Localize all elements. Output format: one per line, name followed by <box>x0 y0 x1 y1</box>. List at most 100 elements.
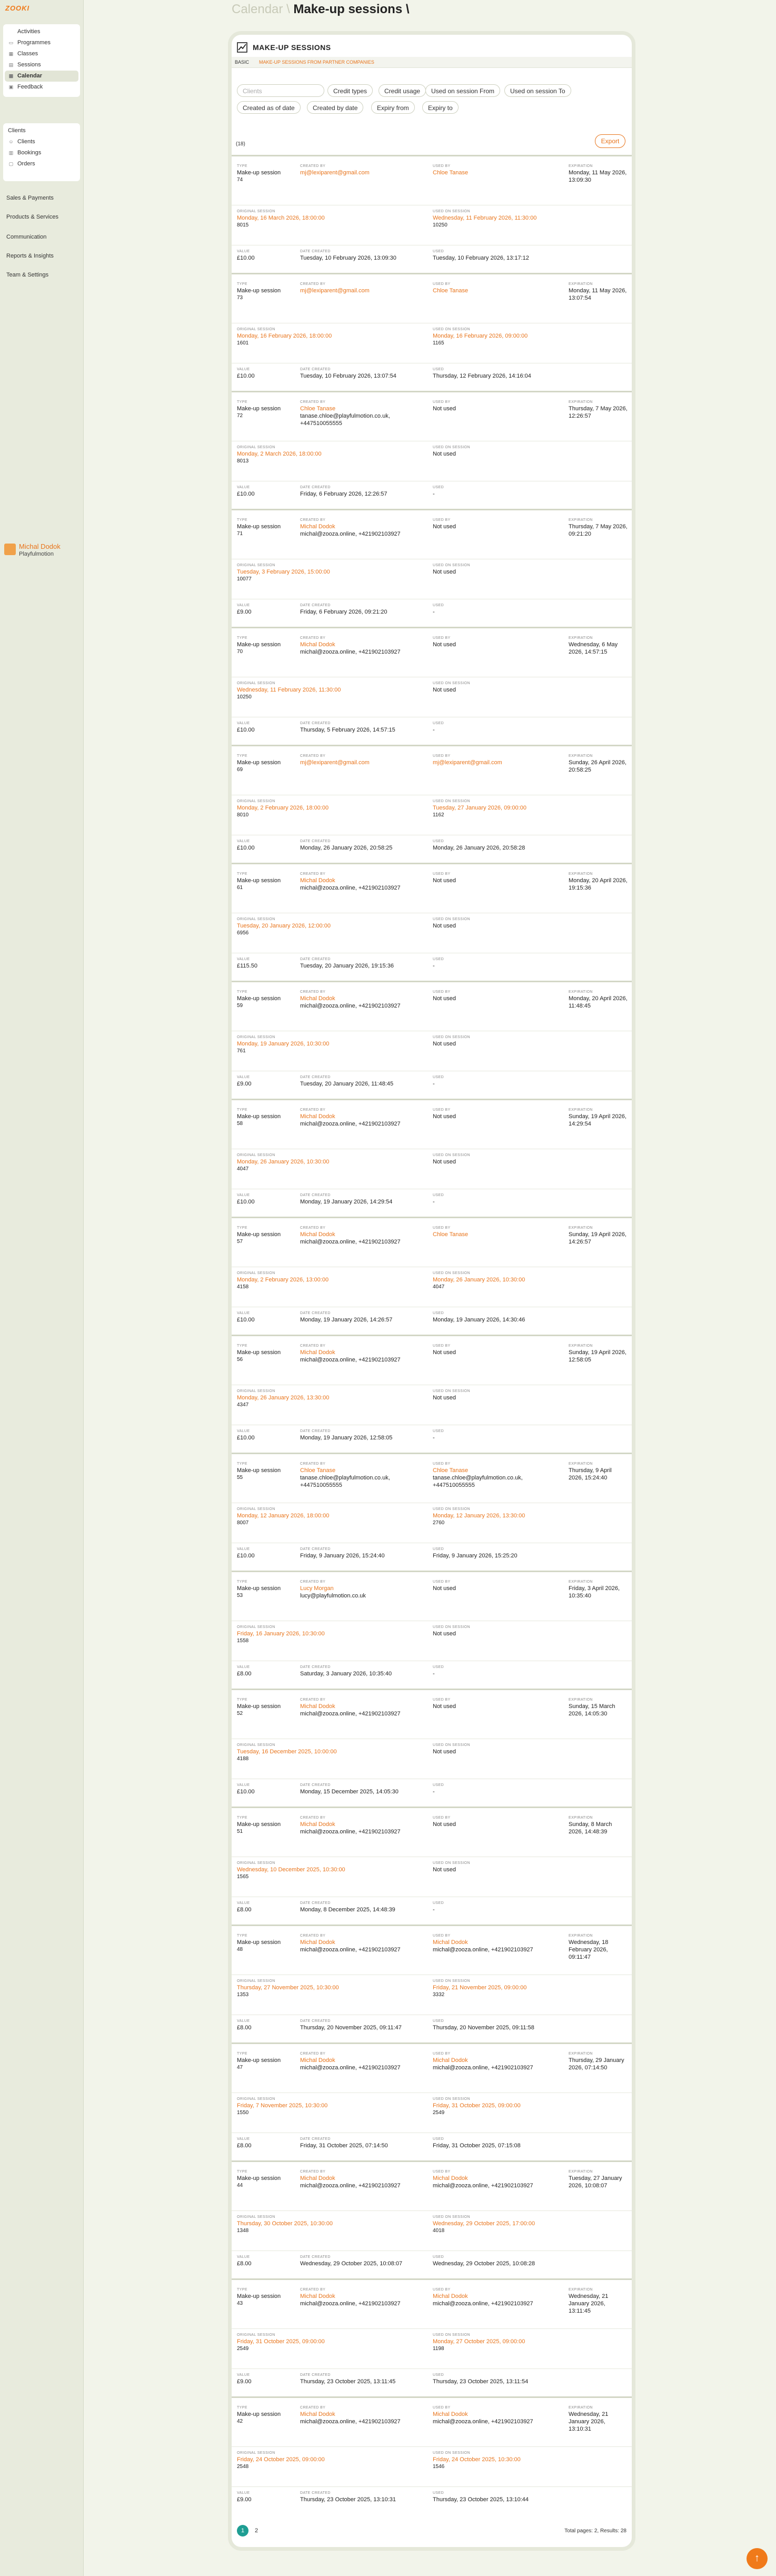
sidebar-section-3[interactable]: Reports & Insights <box>6 253 54 259</box>
original-session-value[interactable]: Friday, 7 November 2025, 10:30:00 <box>237 2102 426 2109</box>
used-by-value[interactable]: Chloe Tanase <box>433 1467 562 1474</box>
sidebar-item-group1-3[interactable]: ▤ Sessions <box>5 60 78 71</box>
used-on-session-value[interactable]: Monday, 16 February 2026, 09:00:00 <box>433 332 622 340</box>
sidebar-item-group1-1[interactable]: ▭ Programmes <box>5 37 78 48</box>
sidebar-section-2[interactable]: Communication <box>6 234 46 240</box>
sidebar-item-group2-3[interactable]: ▢ Orders <box>5 159 78 170</box>
used-on-session-value[interactable]: Friday, 24 October 2025, 10:30:00 <box>433 2456 622 2463</box>
created-by-value[interactable]: Lucy Morgan <box>300 1585 426 1592</box>
created-by-value[interactable]: Michal Dodok <box>300 523 426 530</box>
created-by-value[interactable]: Michal Dodok <box>300 1939 426 1946</box>
used-by-value[interactable]: Chloe Tanase <box>433 287 562 294</box>
sidebar-item-group2-1[interactable]: ☺ Clients <box>5 136 78 147</box>
sidebar-section-4[interactable]: Team & Settings <box>6 272 48 278</box>
original-session-value[interactable]: Monday, 16 February 2026, 18:00:00 <box>237 332 426 340</box>
sidebar-item-group1-4[interactable]: ▦ Calendar <box>5 71 78 82</box>
original-session-value[interactable]: Monday, 2 February 2026, 18:00:00 <box>237 804 426 812</box>
used-by-value[interactable]: Michal Dodok <box>433 2175 562 2182</box>
created-by-value[interactable]: mj@lexiparent@gmail.com <box>300 169 426 176</box>
created-by-value[interactable]: Chloe Tanase <box>300 405 426 412</box>
date-created: DATE CREATED Thursday, 20 November 2025, … <box>300 2019 426 2031</box>
created-by-value[interactable]: Michal Dodok <box>300 995 426 1002</box>
page-2-button[interactable]: 2 <box>251 2525 262 2536</box>
sidebar-item-group2-2[interactable]: ▥ Bookings <box>5 147 78 159</box>
original-session-value[interactable]: Monday, 26 January 2026, 10:30:00 <box>237 1158 426 1166</box>
filter-used-on-to[interactable]: Used on session To <box>504 84 571 97</box>
created-by-value[interactable]: Michal Dodok <box>300 2057 426 2064</box>
original-session-value[interactable]: Friday, 16 January 2026, 10:30:00 <box>237 1630 426 1637</box>
used-on-session-value[interactable]: Monday, 26 January 2026, 10:30:00 <box>433 1276 622 1284</box>
used-by-value[interactable]: Michal Dodok <box>433 2057 562 2064</box>
sidebar-item-group2-0[interactable]: Clients <box>5 125 78 136</box>
created-by-value[interactable]: Chloe Tanase <box>300 1467 426 1474</box>
filter-credit-types[interactable]: Credit types <box>327 84 373 97</box>
used-by-value[interactable]: Michal Dodok <box>433 1939 562 1946</box>
sidebar-item-group1-0[interactable]: Activities <box>5 26 78 37</box>
created-by-value[interactable]: Michal Dodok <box>300 1349 426 1356</box>
used-on-session: USED ON SESSION Monday, 27 October 2025, … <box>433 2333 622 2353</box>
used-on-session-value[interactable]: Wednesday, 11 February 2026, 11:30:00 <box>433 214 622 222</box>
used-on-session-value[interactable]: Friday, 21 November 2025, 09:00:00 <box>433 1984 622 1991</box>
filter-used-on-from[interactable]: Used on session From <box>425 84 501 97</box>
original-session-value[interactable]: Friday, 24 October 2025, 09:00:00 <box>237 2456 426 2463</box>
user-profile[interactable]: Michal Dodok Playfulmotion <box>3 541 80 562</box>
used-on-session-value[interactable]: Tuesday, 27 January 2026, 09:00:00 <box>433 804 622 812</box>
original-session-value[interactable]: Thursday, 27 November 2025, 10:30:00 <box>237 1984 426 1991</box>
created-by-value[interactable]: Michal Dodok <box>300 2175 426 2182</box>
created-by-value[interactable]: Michal Dodok <box>300 2411 426 2418</box>
used-by-value[interactable]: Chloe Tanase <box>433 169 562 176</box>
filter-credit-usage[interactable]: Credit usage <box>379 84 426 97</box>
date-created-label: DATE CREATED <box>300 2491 331 2495</box>
original-session-value[interactable]: Thursday, 30 October 2025, 10:30:00 <box>237 2220 426 2227</box>
export-button[interactable]: Export <box>595 134 625 148</box>
scroll-top-button[interactable]: ↑ <box>747 2548 768 2569</box>
used-on-session-value[interactable]: Friday, 31 October 2025, 09:00:00 <box>433 2102 622 2109</box>
sidebar-section-0[interactable]: Sales & Payments <box>6 195 54 201</box>
used-by-value[interactable]: Chloe Tanase <box>433 1231 562 1238</box>
filter-expiry-to[interactable]: Expiry to <box>422 101 459 114</box>
used-on-session-value[interactable]: Monday, 27 October 2025, 09:00:00 <box>433 2338 622 2345</box>
date-created-value: Tuesday, 20 January 2026, 19:15:36 <box>300 963 394 969</box>
page-1-button[interactable]: 1 <box>237 2525 248 2536</box>
breadcrumb-parent[interactable]: Calendar <box>232 2 283 16</box>
created-by-value[interactable]: Michal Dodok <box>300 1703 426 1710</box>
original-session-value[interactable]: Monday, 2 March 2026, 18:00:00 <box>237 450 426 458</box>
used-by-value[interactable]: mj@lexiparent@gmail.com <box>433 759 562 766</box>
created-by-value[interactable]: Michal Dodok <box>300 641 426 648</box>
created-by-value[interactable]: Michal Dodok <box>300 1821 426 1828</box>
filter-expiry-from[interactable]: Expiry from <box>371 101 415 114</box>
used-by-value: Not used <box>433 877 456 884</box>
original-session-value[interactable]: Tuesday, 16 December 2025, 10:00:00 <box>237 1748 426 1755</box>
created-by-value[interactable]: Michal Dodok <box>300 2293 426 2300</box>
original-session-value[interactable]: Tuesday, 20 January 2026, 12:00:00 <box>237 922 426 930</box>
clients-filter-input[interactable]: Clients <box>237 84 324 97</box>
created-by-value[interactable]: Michal Dodok <box>300 877 426 884</box>
sidebar-section-1[interactable]: Products & Services <box>6 214 58 220</box>
used-on-session-value[interactable]: Wednesday, 29 October 2025, 17:00:00 <box>433 2220 622 2227</box>
original-session-value[interactable]: Friday, 31 October 2025, 09:00:00 <box>237 2338 426 2345</box>
filter-created-by-date[interactable]: Created by date <box>307 101 364 114</box>
created-by-value[interactable]: Michal Dodok <box>300 1113 426 1120</box>
used-by-value[interactable]: Michal Dodok <box>433 2411 562 2418</box>
tab-basic[interactable]: BASIC <box>235 60 249 65</box>
used-on-session-value[interactable]: Monday, 12 January 2026, 13:30:00 <box>433 1512 622 1519</box>
original-session-value[interactable]: Wednesday, 10 December 2025, 10:30:00 <box>237 1866 426 1873</box>
created-by-value[interactable]: mj@lexiparent@gmail.com <box>300 759 426 766</box>
original-session-value[interactable]: Monday, 19 January 2026, 10:30:00 <box>237 1040 426 1048</box>
original-session-value[interactable]: Monday, 2 February 2026, 13:00:00 <box>237 1276 426 1284</box>
date-created-value: Monday, 19 January 2026, 14:26:57 <box>300 1317 393 1323</box>
created-by-value[interactable]: Michal Dodok <box>300 1231 426 1238</box>
original-session-value[interactable]: Tuesday, 3 February 2026, 15:00:00 <box>237 568 426 576</box>
sidebar-item-group1-5[interactable]: ▣ Feedback <box>5 82 78 93</box>
original-session-value[interactable]: Wednesday, 11 February 2026, 11:30:00 <box>237 686 426 694</box>
sidebar-item-group1-2[interactable]: ▦ Classes <box>5 48 78 60</box>
original-session-id: 1558 <box>237 1638 249 1644</box>
original-session-value[interactable]: Monday, 16 March 2026, 18:00:00 <box>237 214 426 222</box>
filter-created-as-of[interactable]: Created as of date <box>237 101 301 114</box>
used-by-value[interactable]: Michal Dodok <box>433 2293 562 2300</box>
tab-partner-companies[interactable]: MAKE-UP SESSIONS FROM PARTNER COMPANIES <box>259 60 374 65</box>
original-session-value[interactable]: Monday, 12 January 2026, 18:00:00 <box>237 1512 426 1519</box>
original-session-value[interactable]: Monday, 26 January 2026, 13:30:00 <box>237 1394 426 1401</box>
created-by-value[interactable]: mj@lexiparent@gmail.com <box>300 287 426 294</box>
zooki-logo[interactable]: ZOOKI <box>5 4 32 12</box>
